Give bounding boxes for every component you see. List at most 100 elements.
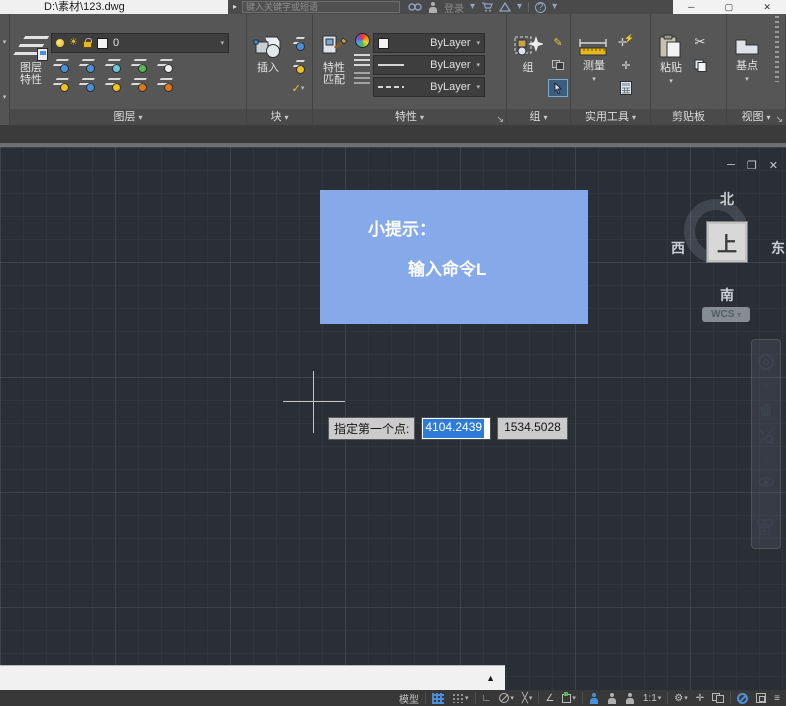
help-icon[interactable]: ? xyxy=(535,2,546,13)
linetype-dropdown[interactable]: ByLayer ▾ xyxy=(373,77,485,97)
group-selection-toggle[interactable] xyxy=(548,79,568,97)
viewcube-north[interactable]: 北 xyxy=(675,189,779,209)
id-point-icon[interactable]: ✛⚡ xyxy=(616,33,636,51)
polar-chevron-icon[interactable]: ▾ xyxy=(510,694,514,702)
login-dropdown-icon[interactable]: ▾ xyxy=(470,0,475,14)
snap-mode-toggle[interactable]: ▾ xyxy=(450,690,471,706)
polar-tracking-toggle[interactable]: ▾ xyxy=(497,690,516,706)
overflow-chevron-icon[interactable]: ▾ xyxy=(3,38,7,46)
block-create-icon[interactable] xyxy=(288,56,308,74)
viewcube-south[interactable]: 南 xyxy=(675,285,779,305)
object-color-icon[interactable] xyxy=(355,33,370,48)
pan-hand-icon[interactable] xyxy=(757,399,775,417)
navigation-wheel-icon[interactable] xyxy=(757,353,775,371)
search-icon[interactable] xyxy=(408,2,422,12)
hardware-acceleration-button[interactable] xyxy=(735,690,750,706)
doc-restore-button[interactable]: ❐ xyxy=(747,159,757,172)
linetype-icon[interactable] xyxy=(354,72,370,84)
command-history-expand-icon[interactable]: ▲ xyxy=(486,673,495,683)
panel-label-groups[interactable]: 组 ▾ xyxy=(507,109,570,125)
layer-make-current-icon[interactable] xyxy=(155,57,173,72)
match-properties-button[interactable]: 特性匹配 xyxy=(317,33,351,107)
customization-button[interactable]: ≡ xyxy=(772,690,782,706)
layer-match-icon[interactable] xyxy=(155,76,173,91)
auto-scale-toggle[interactable] xyxy=(605,690,619,706)
object-snap-tracking-toggle[interactable]: ∠ xyxy=(543,690,556,706)
panel-label-properties[interactable]: 特性 ▾ ↘ xyxy=(313,109,506,125)
doc-minimize-button[interactable]: ─ xyxy=(727,159,735,172)
window-maximize-button[interactable]: ▢ xyxy=(725,2,734,13)
a360-icon[interactable] xyxy=(499,2,511,12)
workspace-switching-button[interactable]: ⚙▾ xyxy=(672,690,689,706)
window-minimize-button[interactable]: ─ xyxy=(688,2,694,12)
object-snap-toggle[interactable]: ▾ xyxy=(560,690,578,706)
ribbon-scroll-handle[interactable] xyxy=(775,16,779,82)
orbit-icon[interactable] xyxy=(757,473,775,491)
base-point-button[interactable]: 基点 ▾ xyxy=(731,33,763,107)
search-input[interactable]: 键入关键字或短语 xyxy=(242,1,400,13)
file-tab[interactable]: D:\素材\123.dwg xyxy=(0,0,228,14)
cut-icon[interactable]: ✂ xyxy=(690,33,710,51)
a360-dropdown-icon[interactable]: ▾ xyxy=(517,0,522,14)
layer-isolate-icon[interactable] xyxy=(77,57,95,72)
workspace-chevron-icon[interactable]: ▾ xyxy=(684,694,688,702)
block-edit-icon[interactable] xyxy=(288,33,308,51)
help-dropdown-icon[interactable]: ▾ xyxy=(552,0,557,14)
panel-label-block[interactable]: 块 ▾ xyxy=(247,109,312,125)
group-edit-icon[interactable] xyxy=(548,56,568,74)
drawing-canvas[interactable]: ─ ❐ ✕ 小提示： 输入命令L 北 南 西 东 上 WCS▿ 指定第一个点: … xyxy=(0,147,786,690)
group-button[interactable]: 组 xyxy=(511,33,545,107)
layer-off-icon[interactable] xyxy=(51,57,69,72)
login-button[interactable]: 登录 xyxy=(444,0,464,15)
overflow-chevron-icon[interactable]: ▾ xyxy=(3,93,7,101)
grid-display-toggle[interactable] xyxy=(430,690,446,706)
doc-close-button[interactable]: ✕ xyxy=(769,159,778,172)
measure-button[interactable]: 测量 ▾ xyxy=(575,33,613,107)
annotation-scale-icon-button[interactable] xyxy=(623,690,637,706)
layer-thaw-all-icon[interactable] xyxy=(103,76,121,91)
model-space-button[interactable]: 模型 xyxy=(397,690,421,706)
tab-expander-icon[interactable]: ▸ xyxy=(228,0,242,14)
color-dropdown[interactable]: ByLayer ▾ xyxy=(373,33,485,53)
zoom-extents-icon[interactable] xyxy=(757,427,775,445)
layer-on-all-icon[interactable] xyxy=(51,76,69,91)
layer-select-dropdown[interactable]: ☀ 0 ▾ xyxy=(51,33,229,53)
viewcube-west[interactable]: 西 xyxy=(671,238,685,258)
snap-chevron-icon[interactable]: ▾ xyxy=(465,694,469,702)
viewcube[interactable]: 北 南 西 东 上 WCS▿ xyxy=(675,189,779,329)
panel-label-view[interactable]: 视图 ▾ ↘ xyxy=(727,109,785,125)
clean-screen-button[interactable] xyxy=(754,690,768,706)
osnap-chevron-icon[interactable]: ▾ xyxy=(572,694,576,702)
annotation-monitor-button[interactable]: ✛ xyxy=(694,690,706,706)
nav-wheel-chevron-icon[interactable]: ▾ xyxy=(764,382,767,389)
annotation-scale-dropdown[interactable]: 1:1▾ xyxy=(641,690,663,706)
zoom-chevron-icon[interactable]: ▾ xyxy=(764,456,767,463)
ortho-toggle[interactable]: ∟ xyxy=(480,690,494,706)
layer-freeze-icon[interactable] xyxy=(103,57,121,72)
lineweight-icon[interactable] xyxy=(354,54,370,66)
ungroup-icon[interactable]: ✎ xyxy=(548,33,568,51)
dynamic-input-y-field[interactable]: 1534.5028 xyxy=(497,417,568,440)
annotation-visibility-toggle[interactable] xyxy=(587,690,601,706)
isolate-objects-button[interactable] xyxy=(710,690,726,706)
quick-calculator-icon[interactable] xyxy=(616,79,636,97)
viewcube-top-face[interactable]: 上 xyxy=(706,221,748,263)
paste-button[interactable]: 粘贴 ▾ xyxy=(655,33,687,107)
layer-lock-icon[interactable] xyxy=(129,57,147,72)
wcs-dropdown[interactable]: WCS▿ xyxy=(702,307,750,322)
block-attributes-icon[interactable]: ✓▾ xyxy=(288,79,308,97)
insert-button[interactable]: 插入 xyxy=(251,33,285,107)
isoplane-toggle[interactable]: ╳▾ xyxy=(520,690,535,706)
app-store-cart-icon[interactable] xyxy=(481,2,493,12)
lineweight-dropdown[interactable]: ByLayer ▾ xyxy=(373,55,485,75)
orbit-chevron-icon[interactable]: ▾ xyxy=(764,501,767,508)
command-line-bar[interactable]: ▲ xyxy=(0,665,505,690)
layer-unisolate-icon[interactable] xyxy=(77,76,95,91)
copy-icon[interactable] xyxy=(690,56,710,74)
window-close-button[interactable]: ✕ xyxy=(763,2,771,13)
point-style-icon[interactable]: ✛ xyxy=(616,56,636,74)
dynamic-input-x-field[interactable]: 4104.2439 xyxy=(421,417,491,440)
layer-properties-button[interactable]: 图层特性 xyxy=(14,33,48,107)
viewcube-east[interactable]: 东 xyxy=(771,238,785,258)
showmotion-icon[interactable] xyxy=(757,519,775,535)
